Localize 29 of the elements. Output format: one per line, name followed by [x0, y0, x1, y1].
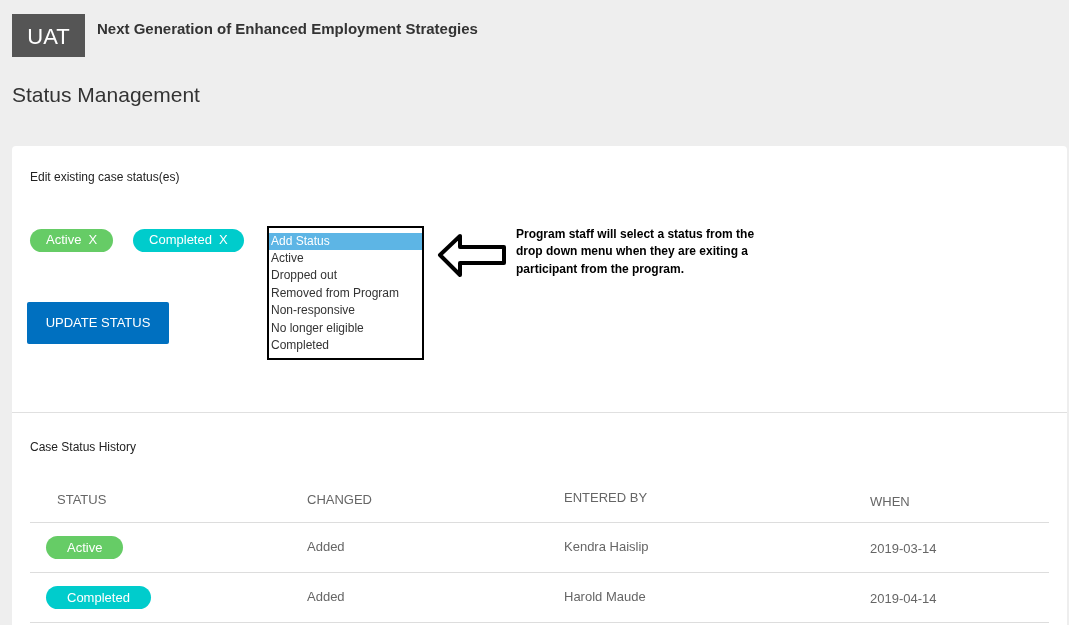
table-cell-text: Added — [307, 538, 346, 557]
tag-label: Completed — [149, 231, 212, 250]
column-header: WHEN — [870, 492, 911, 511]
section-title: Case Status History — [30, 438, 138, 456]
table-cell-text: 2019-03-14 — [870, 540, 938, 559]
app-title: Next Generation of Enhanced Employment Strategies — [97, 19, 478, 39]
annotation-text: Program staff will select a status from the drop down menu when they are exiting a participant from the program. — [516, 225, 756, 278]
column-header: STATUS — [56, 490, 108, 509]
table-cell-text: Harold Maude — [564, 588, 647, 607]
status-listbox[interactable]: Add Status Active Dropped out Removed from Program Non-responsive No longer eligible Completed — [267, 225, 424, 360]
status-option[interactable]: Removed from Program — [269, 284, 422, 303]
column-header: ENTERED BY — [564, 488, 649, 507]
status-tag: Completed — [46, 585, 151, 609]
status-tag: Active — [46, 535, 124, 559]
status-option[interactable]: Non-responsive — [269, 302, 422, 320]
left-arrow-icon — [436, 232, 508, 278]
logo-block: UAT — [12, 14, 85, 57]
section-title: Edit existing case status(es) — [30, 168, 180, 186]
status-option[interactable]: Dropped out — [269, 267, 422, 285]
page-title: Status Management — [12, 82, 201, 108]
update-status-button[interactable]: UPDATE STATUS — [27, 301, 169, 344]
tag-label: Active — [46, 231, 82, 250]
status-option[interactable]: Completed — [269, 336, 422, 355]
table-cell-text: Kendra Haislip — [564, 538, 650, 557]
status-option[interactable]: Active — [269, 249, 422, 268]
table-cell-text: Added — [307, 588, 346, 607]
column-header: CHANGED — [307, 490, 373, 509]
table-cell-text: 2019-04-14 — [870, 590, 938, 609]
status-option[interactable]: No longer eligible — [269, 319, 422, 337]
